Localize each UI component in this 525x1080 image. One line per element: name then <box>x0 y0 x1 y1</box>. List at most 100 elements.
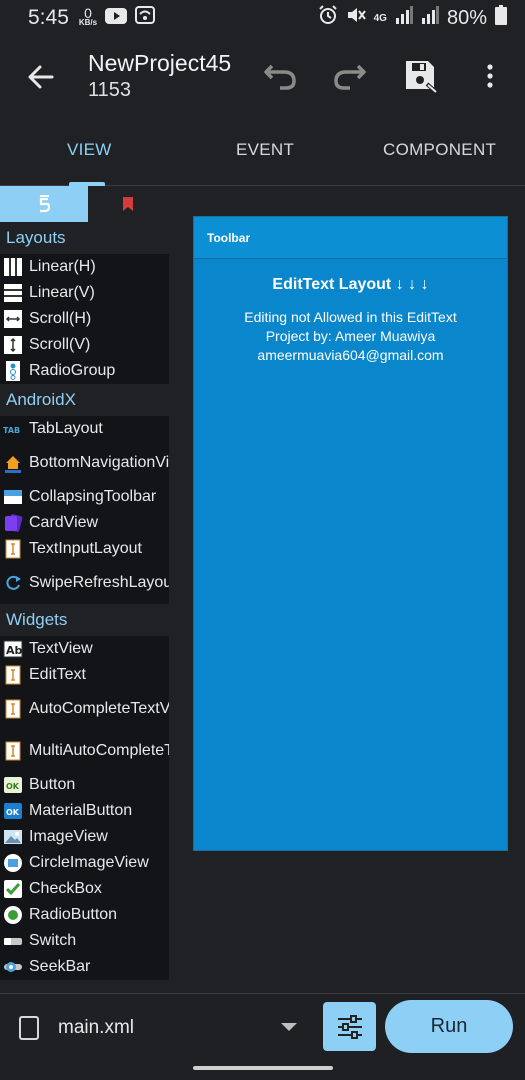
palette-item-label: AutoCompleteTextView <box>29 700 169 717</box>
svg-text:TAB: TAB <box>3 426 20 435</box>
palette-item-cardview[interactable]: CardView <box>0 510 169 536</box>
network-speed-value: 0 <box>84 5 92 21</box>
bottomnav-icon <box>3 453 23 473</box>
edittext-icon <box>3 665 23 685</box>
palette-item-collapsing-toolbar[interactable]: CollapsingToolbar <box>0 484 169 510</box>
redo-icon <box>334 64 366 90</box>
palette-item-button[interactable]: OK Button <box>0 772 169 798</box>
palette-tab-widgets[interactable] <box>0 186 88 222</box>
tab-view[interactable]: VIEW <box>67 140 112 160</box>
palette-item-radiogroup[interactable]: RadioGroup <box>0 358 169 384</box>
multiautocomplete-icon <box>3 741 23 761</box>
palette-item-linear-h[interactable]: Linear(H) <box>0 254 169 280</box>
tune-icon <box>337 1014 362 1039</box>
bottom-bar: main.xml Run <box>0 993 525 1080</box>
palette-item-label: BottomNavigationView <box>29 454 169 471</box>
mute-icon <box>346 5 366 31</box>
seekbar-icon <box>3 957 23 977</box>
circleimageview-icon <box>3 853 23 873</box>
run-button[interactable]: Run <box>385 1000 513 1053</box>
file-selector[interactable]: main.xml <box>58 1017 134 1039</box>
palette-item-textinputlayout[interactable]: TextInputLayout <box>0 536 169 562</box>
network-type-icon: 4G <box>373 12 387 24</box>
linear-v-icon <box>3 283 23 303</box>
palette-item-label: Linear(H) <box>29 258 96 275</box>
palette-item-label: EditText <box>29 666 86 683</box>
palette-item-swiperefresh[interactable]: SwipeRefreshLayout <box>0 562 169 604</box>
preview-line-3: ameermuavia604@gmail.com <box>257 347 444 363</box>
tab-component[interactable]: COMPONENT <box>383 140 496 160</box>
bookmark-icon <box>123 197 133 211</box>
palette-item-label: Scroll(V) <box>29 336 91 353</box>
preview-body-text[interactable]: Editing not Allowed in this EditText Pro… <box>194 308 507 365</box>
preview-toolbar-label: Toolbar <box>207 230 251 245</box>
palette-item-scroll-h[interactable]: Scroll(H) <box>0 306 169 332</box>
autocomplete-icon <box>3 699 23 719</box>
chevron-down-icon[interactable] <box>281 1023 297 1031</box>
radiobutton-icon <box>3 905 23 925</box>
undo-icon <box>264 64 296 90</box>
palette-item-label: SwipeRefreshLayout <box>29 574 169 591</box>
more-options-button[interactable] <box>472 58 508 94</box>
section-widgets: Widgets <box>0 604 169 636</box>
palette-item-tablayout[interactable]: TAB TabLayout <box>0 416 169 442</box>
widgets-group: Ab TextView EditText AutoCompleteTextVie… <box>0 636 169 980</box>
project-title: NewProject45 <box>88 50 232 76</box>
textview-icon: Ab <box>3 639 23 659</box>
palette-item-multiautocomplete[interactable]: MultiAutoCompleteTextView <box>0 730 169 772</box>
palette-item-circleimageview[interactable]: CircleImageView <box>0 850 169 876</box>
battery-percent: 80% <box>446 6 487 29</box>
svg-text:OK: OK <box>6 782 20 791</box>
palette-item-autocomplete[interactable]: AutoCompleteTextView <box>0 688 169 730</box>
palette-item-edittext[interactable]: EditText <box>0 662 169 688</box>
palette-item-imageview[interactable]: ImageView <box>0 824 169 850</box>
signal-icon <box>395 6 413 30</box>
preview-toolbar[interactable]: Toolbar <box>194 217 507 259</box>
palette-item-label: CardView <box>29 514 99 531</box>
palette-item-label: TabLayout <box>29 420 103 437</box>
checkbox-icon <box>3 879 23 899</box>
save-icon <box>406 61 438 94</box>
redo-button[interactable] <box>332 58 368 94</box>
layout-preview[interactable]: Toolbar EditText Layout ↓ ↓ ↓ Editing no… <box>193 216 508 851</box>
palette-item-label: CheckBox <box>29 880 102 897</box>
network-speed-unit: KB/s <box>78 18 98 27</box>
radiogroup-icon <box>3 361 23 381</box>
cardview-icon <box>3 513 23 533</box>
palette-item-label: CircleImageView <box>29 854 149 871</box>
arrow-back-icon <box>28 65 54 89</box>
section-layouts: Layouts <box>0 222 169 254</box>
palette-item-checkbox[interactable]: CheckBox <box>0 876 169 902</box>
palette-item-materialbutton[interactable]: OK MaterialButton <box>0 798 169 824</box>
scroll-v-icon <box>3 335 23 355</box>
palette-item-radiobutton[interactable]: RadioButton <box>0 902 169 928</box>
wifi-icon <box>135 6 156 30</box>
status-time: 5:45 <box>28 6 69 29</box>
properties-button[interactable] <box>323 1002 376 1051</box>
undo-button[interactable] <box>262 58 298 94</box>
androidx-group: TAB TabLayout BottomNavigationView Colla… <box>0 416 169 604</box>
palette-tab-bookmarks[interactable] <box>88 186 168 222</box>
palette-item-textview[interactable]: Ab TextView <box>0 636 169 662</box>
palette-item-scroll-v[interactable]: Scroll(V) <box>0 332 169 358</box>
palette-item-seekbar[interactable]: SeekBar <box>0 954 169 980</box>
palette-item-label: MaterialButton <box>29 802 133 819</box>
palette-item-label: TextView <box>29 640 93 657</box>
imageview-icon <box>3 827 23 847</box>
tablayout-icon: TAB <box>3 419 23 439</box>
home-indicator[interactable] <box>193 1066 333 1070</box>
preview-line-2: Project by: Ameer Muawiya <box>265 328 436 344</box>
palette-item-switch[interactable]: Switch <box>0 928 169 954</box>
palette-item-label: Switch <box>29 932 77 949</box>
youtube-icon <box>105 7 128 30</box>
textinput-icon <box>3 539 23 559</box>
app-bar-titles: NewProject45 1153 <box>88 50 231 102</box>
back-button[interactable] <box>26 62 56 92</box>
palette-item-linear-v[interactable]: Linear(V) <box>0 280 169 306</box>
project-id: 1153 <box>88 79 132 101</box>
palette-item-label: Button <box>29 776 76 793</box>
palette-item-bottomnav[interactable]: BottomNavigationView <box>0 442 169 484</box>
preview-heading[interactable]: EditText Layout ↓ ↓ ↓ <box>194 276 507 294</box>
tab-event[interactable]: EVENT <box>236 140 294 160</box>
save-button[interactable] <box>403 58 439 94</box>
